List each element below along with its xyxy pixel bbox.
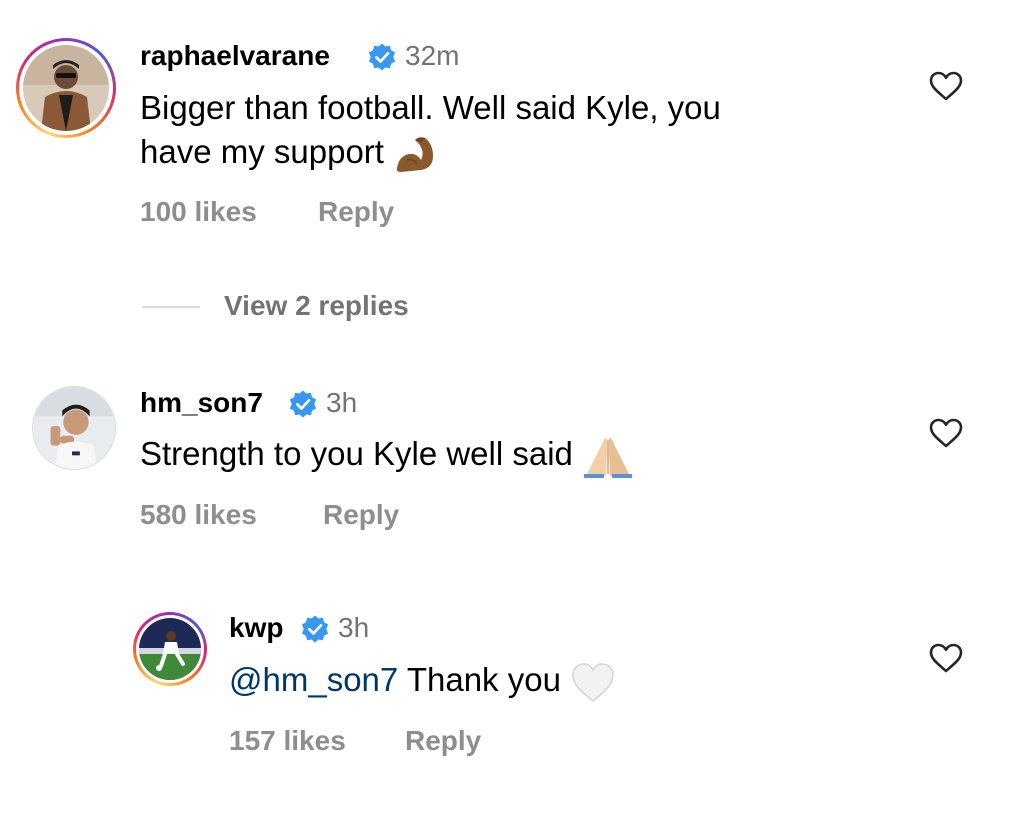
replies-divider	[142, 306, 200, 308]
reply-button[interactable]: Reply	[323, 499, 399, 531]
comments-thread: raphaelvarane 32m Bigger than football. …	[0, 0, 1024, 813]
reply-text: @hm_son7 Thank you	[229, 658, 869, 703]
comment-text-fragment: have my support	[140, 133, 384, 170]
comment-username[interactable]: raphaelvarane	[140, 40, 330, 72]
comment-text: Strength to you Kyle well said	[140, 432, 860, 479]
comment-timestamp: 3h	[326, 387, 358, 418]
comment-username[interactable]: hm_son7	[140, 387, 263, 419]
reply-username[interactable]: kwp	[229, 612, 283, 644]
likes-count[interactable]: 100 likes	[140, 196, 257, 228]
verified-badge-icon	[301, 615, 329, 643]
reply-timestamp: 3h	[338, 612, 370, 643]
comment-text-line-2: have my support	[140, 130, 860, 174]
avatar[interactable]	[32, 386, 116, 470]
verified-badge-icon	[368, 43, 396, 71]
comment-text: Bigger than football. Well said Kyle, yo…	[140, 86, 860, 174]
reply-button[interactable]: Reply	[405, 725, 481, 757]
verified-badge-icon	[289, 390, 317, 418]
white-heart-icon	[572, 663, 614, 703]
folded-hands-icon	[584, 438, 633, 479]
flexed-biceps-icon	[396, 137, 434, 173]
view-replies-button[interactable]: View 2 replies	[224, 290, 409, 322]
reply-button[interactable]: Reply	[318, 196, 394, 228]
comment-text-line: Bigger than football. Well said Kyle, yo…	[140, 89, 721, 126]
heart-outline-icon[interactable]	[929, 418, 963, 448]
likes-count[interactable]: 580 likes	[140, 499, 257, 531]
reply-text-fragment: Thank you	[406, 661, 561, 698]
avatar[interactable]	[133, 612, 207, 686]
comment-text-fragment: Strength to you Kyle well said	[140, 435, 573, 472]
heart-outline-icon[interactable]	[929, 643, 963, 673]
avatar[interactable]	[16, 38, 116, 138]
comment-timestamp: 32m	[405, 40, 460, 71]
mention-link[interactable]: @hm_son7	[229, 661, 398, 698]
likes-count[interactable]: 157 likes	[229, 725, 346, 757]
heart-outline-icon[interactable]	[929, 71, 963, 101]
